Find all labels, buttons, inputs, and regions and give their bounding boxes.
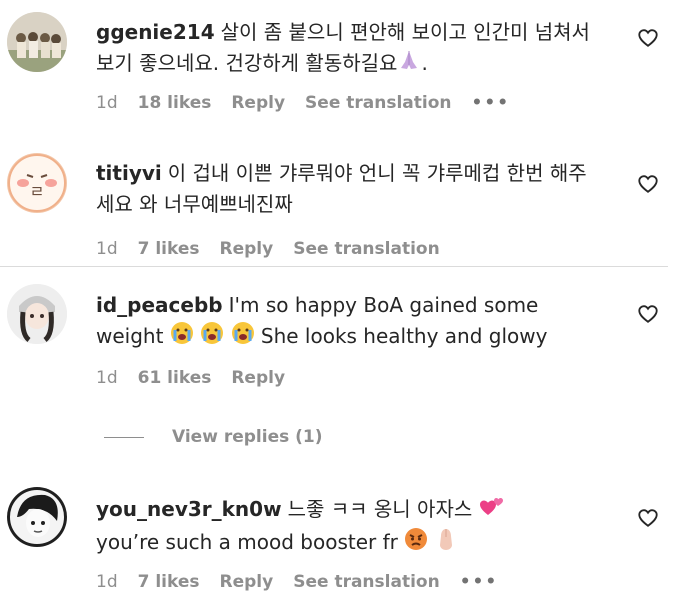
reply-button[interactable]: Reply bbox=[231, 93, 285, 113]
crying-face-emoji-icon bbox=[200, 321, 224, 354]
more-dots-icon[interactable]: ••• bbox=[472, 93, 511, 113]
see-translation-link[interactable]: See translation bbox=[305, 93, 451, 113]
avatar[interactable] bbox=[7, 284, 67, 344]
comment-meta: 1d 7 likes Reply See translation bbox=[96, 239, 440, 259]
see-translation-link[interactable]: See translation bbox=[293, 572, 439, 592]
avatar[interactable] bbox=[7, 487, 67, 547]
avatar[interactable] bbox=[7, 12, 67, 72]
heart-outline-icon[interactable] bbox=[637, 173, 659, 195]
comment-text: id_peacebb I'm so happy BoA gained some w… bbox=[96, 290, 601, 354]
comment-text: you_nev3r_kn0w 느좋 ㅋㅋ 옹니 아자스 you’re such a… bbox=[96, 494, 601, 560]
comment-meta: 1d 61 likes Reply bbox=[96, 368, 285, 388]
reply-button[interactable]: Reply bbox=[220, 572, 274, 592]
comment-username[interactable]: ggenie214 bbox=[96, 20, 215, 44]
comment-time: 1d bbox=[96, 572, 118, 592]
replies-divider-line bbox=[104, 436, 144, 438]
see-translation-link[interactable]: See translation bbox=[293, 239, 439, 259]
comment-body-end: She looks healthy and glowy bbox=[260, 324, 548, 348]
comment-body-line2: you’re such a mood booster fr bbox=[96, 530, 398, 554]
comment-body: 이 겁내 이쁜 갸루뭐야 언니 꼭 갸루메컵 한번 해주세요 와 너무예쁘네진짜 bbox=[96, 161, 587, 216]
comment-time: 1d bbox=[96, 93, 118, 113]
comment-text: titiyvi 이 겁내 이쁜 갸루뭐야 언니 꼭 갸루메컵 한번 해주세요 와 … bbox=[96, 158, 601, 220]
pinched-fingers-emoji-icon bbox=[435, 527, 457, 560]
comment-body: 느좋 ㅋㅋ 옹니 아자스 bbox=[287, 497, 473, 521]
comment-text: ggenie214 살이 좀 붙으니 편안해 보이고 인간미 넘쳐서 보기 좋으네… bbox=[96, 17, 601, 81]
divider bbox=[0, 266, 668, 267]
likes-count[interactable]: 7 likes bbox=[138, 239, 200, 259]
comment-username[interactable]: titiyvi bbox=[96, 161, 162, 185]
comment-time: 1d bbox=[96, 239, 118, 259]
likes-count[interactable]: 61 likes bbox=[138, 368, 212, 388]
view-replies-label: View replies (1) bbox=[172, 427, 323, 447]
svg-text:ㄹ: ㄹ bbox=[30, 182, 45, 201]
praying-hands-emoji-icon bbox=[397, 48, 421, 81]
avatar[interactable]: ㄹ bbox=[7, 153, 67, 213]
comment-meta: 1d 18 likes Reply See translation ••• bbox=[96, 93, 510, 113]
heart-outline-icon[interactable] bbox=[637, 507, 659, 529]
two-hearts-emoji-icon bbox=[479, 494, 505, 527]
comment-body-end: . bbox=[421, 51, 428, 75]
view-replies-button[interactable]: View replies (1) bbox=[104, 427, 323, 447]
heart-outline-icon[interactable] bbox=[637, 27, 659, 49]
crying-face-emoji-icon bbox=[170, 321, 194, 354]
likes-count[interactable]: 7 likes bbox=[138, 572, 200, 592]
likes-count[interactable]: 18 likes bbox=[138, 93, 212, 113]
comment-meta: 1d 7 likes Reply See translation ••• bbox=[96, 572, 498, 592]
crying-face-emoji-icon bbox=[231, 321, 255, 354]
comment-username[interactable]: you_nev3r_kn0w bbox=[96, 497, 282, 521]
angry-face-emoji-icon bbox=[404, 527, 428, 560]
heart-outline-icon[interactable] bbox=[637, 303, 659, 325]
comment-username[interactable]: id_peacebb bbox=[96, 293, 223, 317]
comment-time: 1d bbox=[96, 368, 118, 388]
reply-button[interactable]: Reply bbox=[231, 368, 285, 388]
more-dots-icon[interactable]: ••• bbox=[460, 572, 499, 592]
reply-button[interactable]: Reply bbox=[220, 239, 274, 259]
